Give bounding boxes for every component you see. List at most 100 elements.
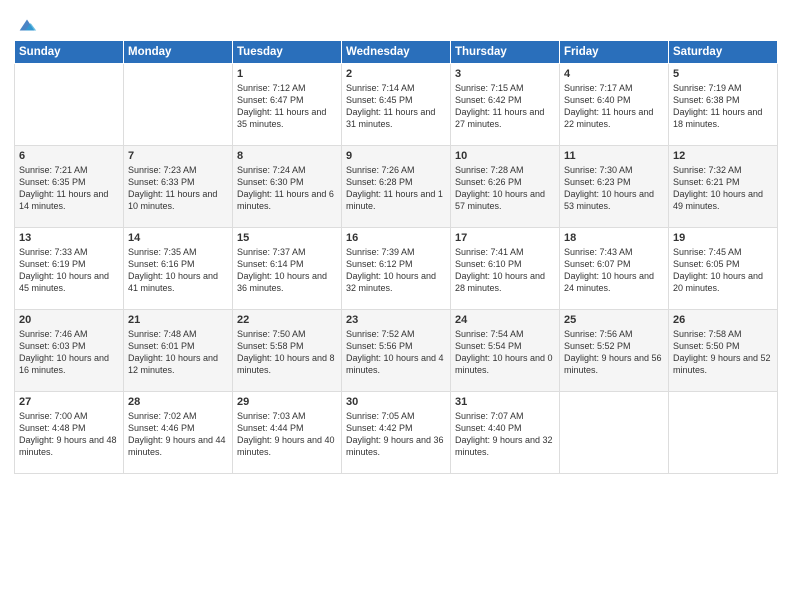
day-number: 9	[346, 150, 446, 162]
calendar-cell: 17 Sunrise: 7:41 AMSunset: 6:10 PMDayligh…	[451, 228, 560, 310]
calendar-cell: 15 Sunrise: 7:37 AMSunset: 6:14 PMDayligh…	[233, 228, 342, 310]
page: SundayMondayTuesdayWednesdayThursdayFrid…	[0, 0, 792, 612]
calendar-cell: 19 Sunrise: 7:45 AMSunset: 6:05 PMDayligh…	[669, 228, 778, 310]
week-row-3: 13Sunrise: 7:33 AMSunset: 6:19 PMDayligh…	[15, 228, 778, 310]
logo	[14, 14, 38, 34]
day-number: 28	[128, 396, 228, 408]
calendar-cell: 31 Sunrise: 7:07 AMSunset: 4:40 PMDayligh…	[451, 392, 560, 474]
week-row-2: 6Sunrise: 7:21 AMSunset: 6:35 PMDaylight…	[15, 146, 778, 228]
cell-info: Sunrise: 7:58 AMSunset: 5:50 PMDaylight:…	[673, 328, 773, 377]
day-number: 6	[19, 150, 119, 162]
day-number: 13	[19, 232, 119, 244]
cell-info: Sunrise: 7:02 AMSunset: 4:46 PMDaylight:…	[128, 410, 228, 459]
cell-info: Sunrise: 7:07 AMSunset: 4:40 PMDaylight:…	[455, 410, 555, 459]
day-number: 4	[564, 68, 664, 80]
cell-info: Sunrise: 7:24 AMSunset: 6:30 PMDaylight:…	[237, 164, 337, 213]
cell-info: Sunrise: 7:32 AMSunset: 6:21 PMDaylight:…	[673, 164, 773, 213]
calendar-cell: 9 Sunrise: 7:26 AMSunset: 6:28 PMDaylight…	[342, 146, 451, 228]
day-number: 29	[237, 396, 337, 408]
day-number: 16	[346, 232, 446, 244]
day-number: 24	[455, 314, 555, 326]
cell-info: Sunrise: 7:15 AMSunset: 6:42 PMDaylight:…	[455, 82, 555, 131]
calendar-cell	[669, 392, 778, 474]
cell-info: Sunrise: 7:41 AMSunset: 6:10 PMDaylight:…	[455, 246, 555, 295]
day-number: 30	[346, 396, 446, 408]
cell-info: Sunrise: 7:37 AMSunset: 6:14 PMDaylight:…	[237, 246, 337, 295]
day-number: 25	[564, 314, 664, 326]
cell-info: Sunrise: 7:46 AMSunset: 6:03 PMDaylight:…	[19, 328, 119, 377]
cell-info: Sunrise: 7:35 AMSunset: 6:16 PMDaylight:…	[128, 246, 228, 295]
day-number: 10	[455, 150, 555, 162]
day-number: 12	[673, 150, 773, 162]
cell-info: Sunrise: 7:17 AMSunset: 6:40 PMDaylight:…	[564, 82, 664, 131]
day-number: 3	[455, 68, 555, 80]
cell-info: Sunrise: 7:23 AMSunset: 6:33 PMDaylight:…	[128, 164, 228, 213]
cell-info: Sunrise: 7:05 AMSunset: 4:42 PMDaylight:…	[346, 410, 446, 459]
day-number: 31	[455, 396, 555, 408]
cell-info: Sunrise: 7:14 AMSunset: 6:45 PMDaylight:…	[346, 82, 446, 131]
calendar-cell: 20 Sunrise: 7:46 AMSunset: 6:03 PMDayligh…	[15, 310, 124, 392]
day-number: 21	[128, 314, 228, 326]
calendar-cell: 29 Sunrise: 7:03 AMSunset: 4:44 PMDayligh…	[233, 392, 342, 474]
day-number: 23	[346, 314, 446, 326]
cell-info: Sunrise: 7:26 AMSunset: 6:28 PMDaylight:…	[346, 164, 446, 213]
calendar-cell: 23 Sunrise: 7:52 AMSunset: 5:56 PMDayligh…	[342, 310, 451, 392]
day-number: 1	[237, 68, 337, 80]
calendar-cell: 24 Sunrise: 7:54 AMSunset: 5:54 PMDayligh…	[451, 310, 560, 392]
cell-info: Sunrise: 7:45 AMSunset: 6:05 PMDaylight:…	[673, 246, 773, 295]
calendar-cell: 1 Sunrise: 7:12 AMSunset: 6:47 PMDaylight…	[233, 64, 342, 146]
week-row-5: 27Sunrise: 7:00 AMSunset: 4:48 PMDayligh…	[15, 392, 778, 474]
logo-icon	[16, 14, 38, 36]
cell-info: Sunrise: 7:56 AMSunset: 5:52 PMDaylight:…	[564, 328, 664, 377]
day-number: 19	[673, 232, 773, 244]
header	[14, 10, 778, 34]
weekday-header-tuesday: Tuesday	[233, 41, 342, 64]
calendar-cell: 22 Sunrise: 7:50 AMSunset: 5:58 PMDayligh…	[233, 310, 342, 392]
calendar-cell: 25 Sunrise: 7:56 AMSunset: 5:52 PMDayligh…	[560, 310, 669, 392]
day-number: 15	[237, 232, 337, 244]
day-number: 17	[455, 232, 555, 244]
calendar-cell: 12 Sunrise: 7:32 AMSunset: 6:21 PMDayligh…	[669, 146, 778, 228]
day-number: 27	[19, 396, 119, 408]
week-row-4: 20 Sunrise: 7:46 AMSunset: 6:03 PMDayligh…	[15, 310, 778, 392]
day-number: 5	[673, 68, 773, 80]
week-row-1: 1 Sunrise: 7:12 AMSunset: 6:47 PMDaylight…	[15, 64, 778, 146]
calendar-cell: 10 Sunrise: 7:28 AMSunset: 6:26 PMDayligh…	[451, 146, 560, 228]
weekday-header-row: SundayMondayTuesdayWednesdayThursdayFrid…	[15, 41, 778, 64]
cell-info: Sunrise: 7:12 AMSunset: 6:47 PMDaylight:…	[237, 82, 337, 131]
calendar-cell: 13Sunrise: 7:33 AMSunset: 6:19 PMDayligh…	[15, 228, 124, 310]
calendar-cell: 2Sunrise: 7:14 AMSunset: 6:45 PMDaylight…	[342, 64, 451, 146]
calendar-cell: 21 Sunrise: 7:48 AMSunset: 6:01 PMDayligh…	[124, 310, 233, 392]
calendar-cell: 30 Sunrise: 7:05 AMSunset: 4:42 PMDayligh…	[342, 392, 451, 474]
calendar-cell: 6Sunrise: 7:21 AMSunset: 6:35 PMDaylight…	[15, 146, 124, 228]
cell-info: Sunrise: 7:30 AMSunset: 6:23 PMDaylight:…	[564, 164, 664, 213]
weekday-header-wednesday: Wednesday	[342, 41, 451, 64]
calendar-cell: 28 Sunrise: 7:02 AMSunset: 4:46 PMDayligh…	[124, 392, 233, 474]
cell-info: Sunrise: 7:48 AMSunset: 6:01 PMDaylight:…	[128, 328, 228, 377]
calendar-cell: 26Sunrise: 7:58 AMSunset: 5:50 PMDayligh…	[669, 310, 778, 392]
day-number: 7	[128, 150, 228, 162]
weekday-header-saturday: Saturday	[669, 41, 778, 64]
calendar-cell: 11Sunrise: 7:30 AMSunset: 6:23 PMDayligh…	[560, 146, 669, 228]
calendar-cell: 14Sunrise: 7:35 AMSunset: 6:16 PMDayligh…	[124, 228, 233, 310]
day-number: 20	[19, 314, 119, 326]
calendar-cell: 8 Sunrise: 7:24 AMSunset: 6:30 PMDaylight…	[233, 146, 342, 228]
cell-info: Sunrise: 7:52 AMSunset: 5:56 PMDaylight:…	[346, 328, 446, 377]
calendar-cell	[15, 64, 124, 146]
cell-info: Sunrise: 7:19 AMSunset: 6:38 PMDaylight:…	[673, 82, 773, 131]
calendar-cell: 16 Sunrise: 7:39 AMSunset: 6:12 PMDayligh…	[342, 228, 451, 310]
cell-info: Sunrise: 7:43 AMSunset: 6:07 PMDaylight:…	[564, 246, 664, 295]
cell-info: Sunrise: 7:50 AMSunset: 5:58 PMDaylight:…	[237, 328, 337, 377]
cell-info: Sunrise: 7:03 AMSunset: 4:44 PMDaylight:…	[237, 410, 337, 459]
calendar-cell: 4 Sunrise: 7:17 AMSunset: 6:40 PMDaylight…	[560, 64, 669, 146]
day-number: 22	[237, 314, 337, 326]
cell-info: Sunrise: 7:54 AMSunset: 5:54 PMDaylight:…	[455, 328, 555, 377]
calendar-cell	[124, 64, 233, 146]
weekday-header-monday: Monday	[124, 41, 233, 64]
cell-info: Sunrise: 7:39 AMSunset: 6:12 PMDaylight:…	[346, 246, 446, 295]
calendar-table: SundayMondayTuesdayWednesdayThursdayFrid…	[14, 40, 778, 474]
day-number: 8	[237, 150, 337, 162]
calendar-cell: 3 Sunrise: 7:15 AMSunset: 6:42 PMDaylight…	[451, 64, 560, 146]
weekday-header-thursday: Thursday	[451, 41, 560, 64]
cell-info: Sunrise: 7:28 AMSunset: 6:26 PMDaylight:…	[455, 164, 555, 213]
